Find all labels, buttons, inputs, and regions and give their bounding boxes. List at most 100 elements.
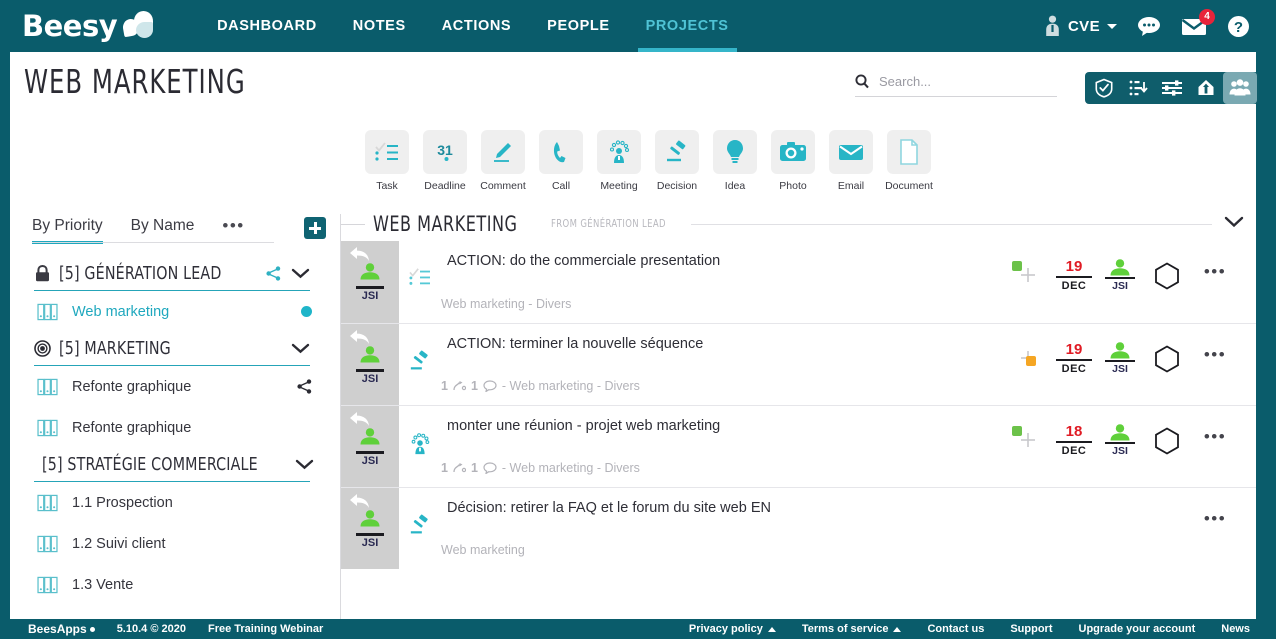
sidebar-project-item[interactable]: Web marketing: [10, 291, 330, 332]
quick-add-task[interactable]: Task: [365, 130, 409, 192]
row-more-options-icon[interactable]: •••: [1190, 424, 1240, 445]
sidebar-more-options-icon[interactable]: •••: [222, 217, 244, 234]
svg-text:31: 31: [437, 142, 453, 158]
sidebar-project-item[interactable]: 1.3 Vente: [10, 564, 330, 605]
feed-row[interactable]: JSI ACTION: terminer la nouvelle séquence…: [341, 323, 1256, 405]
app-logo[interactable]: Beesy: [22, 11, 159, 41]
reply-arrow-icon[interactable]: [348, 246, 370, 262]
feed-row[interactable]: JSI ACTION: do the commerciale presentati…: [341, 241, 1256, 323]
mail-button[interactable]: 4: [1181, 9, 1215, 36]
feed-row[interactable]: JSI Décision: retirer la FAQ et le forum …: [341, 487, 1256, 569]
footer-link-label: Privacy policy: [688, 623, 763, 635]
reply-arrow-icon[interactable]: [348, 329, 370, 345]
chat-button[interactable]: [1137, 16, 1161, 36]
nav-item-projects[interactable]: PROJECTS: [628, 0, 747, 52]
quick-add-meeting[interactable]: Meeting: [597, 130, 641, 192]
status-dot-icon[interactable]: [1012, 426, 1022, 436]
quick-add-photo[interactable]: Photo: [771, 130, 815, 192]
feed-row[interactable]: JSI monter une réunion - projet web marke…: [341, 405, 1256, 487]
quick-add-email[interactable]: Email: [829, 130, 873, 192]
nav-item-people[interactable]: PEOPLE: [529, 0, 627, 52]
row-more-options-icon[interactable]: •••: [1190, 506, 1240, 527]
avatar-initials: JSI: [361, 373, 379, 385]
quick-add-label: Call: [551, 180, 571, 192]
sidebar-project-item[interactable]: Refonte graphique: [10, 366, 330, 407]
sidebar-project-item[interactable]: 1.1 Prospection: [10, 482, 330, 523]
hexagon-status-icon[interactable]: [1154, 345, 1180, 373]
quick-add-decision[interactable]: Decision: [655, 130, 699, 192]
status-dot-icon[interactable]: [1012, 261, 1022, 271]
quick-add-deadline[interactable]: 31 Deadline: [423, 130, 467, 192]
nav-item-notes[interactable]: NOTES: [335, 0, 424, 52]
row-title[interactable]: ACTION: do the commerciale presentation: [447, 253, 1006, 270]
add-project-button[interactable]: [304, 217, 326, 239]
share-icon[interactable]: [266, 266, 281, 281]
chevron-down-icon[interactable]: [291, 268, 310, 279]
priority-sort-icon[interactable]: [1121, 72, 1155, 104]
row-owner[interactable]: JSI: [1096, 424, 1144, 457]
nav-item-dashboard[interactable]: DASHBOARD: [199, 0, 335, 52]
due-date[interactable]: 18 DEC: [1052, 424, 1096, 457]
filters-icon[interactable]: [1155, 72, 1189, 104]
row-avatar-column: JSI: [341, 324, 399, 405]
quick-add-document[interactable]: Document: [885, 130, 933, 192]
due-date[interactable]: 19 DEC: [1052, 342, 1096, 375]
quick-add-call[interactable]: Call: [539, 130, 583, 192]
chevron-down-icon[interactable]: [291, 343, 310, 354]
avatar-underline: [356, 533, 384, 536]
top-nav-right-group: CVE 4 ?: [1044, 9, 1250, 38]
row-priority[interactable]: [1144, 424, 1190, 455]
validation-icon[interactable]: [1087, 72, 1121, 104]
share-icon[interactable]: [297, 379, 312, 394]
footer-links: Privacy policy Terms of service Contact us…: [689, 623, 1250, 635]
footer-webinar-link[interactable]: Free Training Webinar: [208, 623, 323, 635]
sidebar-project-item[interactable]: 1.2 Suivi client: [10, 523, 330, 564]
sidebar-group-header[interactable]: [5] MARKETING: [10, 332, 330, 365]
meeting-icon: [411, 433, 430, 455]
quick-add-comment[interactable]: Comment: [480, 130, 526, 192]
row-more-options-icon[interactable]: •••: [1190, 259, 1240, 280]
due-date[interactable]: 19 DEC: [1052, 259, 1096, 292]
project-folder-icon: [37, 378, 58, 395]
help-button[interactable]: ?: [1227, 15, 1250, 38]
sidebar-tab-by-name[interactable]: By Name: [131, 217, 195, 244]
row-owner[interactable]: JSI: [1096, 259, 1144, 292]
collapse-feed-chevron-icon[interactable]: [1224, 215, 1244, 233]
reply-arrow-icon[interactable]: [348, 411, 370, 427]
footer-link-contact-us[interactable]: Contact us: [927, 623, 984, 635]
status-dot-icon[interactable]: [1026, 356, 1036, 366]
row-priority[interactable]: [1144, 259, 1190, 290]
sidebar-group-header[interactable]: [5] GÉNÉRATION LEAD: [10, 257, 330, 290]
row-priority[interactable]: [1144, 342, 1190, 373]
row-title[interactable]: ACTION: terminer la nouvelle séquence: [447, 336, 1006, 353]
owner-initials: JSI: [1112, 363, 1128, 375]
footer-link-news[interactable]: News: [1221, 623, 1250, 635]
people-view-icon[interactable]: [1223, 72, 1257, 104]
hexagon-status-icon[interactable]: [1154, 262, 1180, 290]
footer-link-upgrade-your-account[interactable]: Upgrade your account: [1079, 623, 1196, 635]
user-menu[interactable]: CVE: [1044, 15, 1117, 37]
row-title[interactable]: monter une réunion - projet web marketin…: [447, 418, 1006, 435]
footer-link-privacy-policy[interactable]: Privacy policy: [689, 623, 776, 635]
footer-link-support[interactable]: Support: [1010, 623, 1052, 635]
quick-add-idea[interactable]: Idea: [713, 130, 757, 192]
sidebar-group-header[interactable]: [5] STRATÉGIE COMMERCIALE: [10, 448, 330, 481]
sidebar-tab-by-priority[interactable]: By Priority: [32, 217, 103, 244]
footer-link-label: Terms of service: [801, 623, 889, 635]
row-more-options-icon[interactable]: •••: [1190, 342, 1240, 363]
footer-link-terms-of-service[interactable]: Terms of service: [802, 623, 902, 635]
brand-name: Beesy: [22, 8, 118, 43]
sidebar-project-item[interactable]: Refonte graphique: [10, 407, 330, 448]
search-input[interactable]: [879, 74, 1039, 89]
reply-arrow-icon[interactable]: [348, 493, 370, 509]
row-owner[interactable]: JSI: [1096, 342, 1144, 375]
export-icon[interactable]: [1189, 72, 1223, 104]
row-title[interactable]: Décision: retirer la FAQ et le forum du …: [447, 500, 1006, 517]
chevron-down-icon[interactable]: [295, 459, 314, 470]
hexagon-status-icon[interactable]: [1154, 427, 1180, 455]
row-meta: 1 1 - Web marketing - Divers: [441, 379, 640, 393]
search-icon[interactable]: [855, 74, 869, 89]
lock-icon: [36, 265, 49, 282]
nav-item-actions[interactable]: ACTIONS: [424, 0, 529, 52]
activity-feed: WEB MARKETING FROM GÉNÉRATION LEAD JSI AC…: [341, 207, 1256, 620]
